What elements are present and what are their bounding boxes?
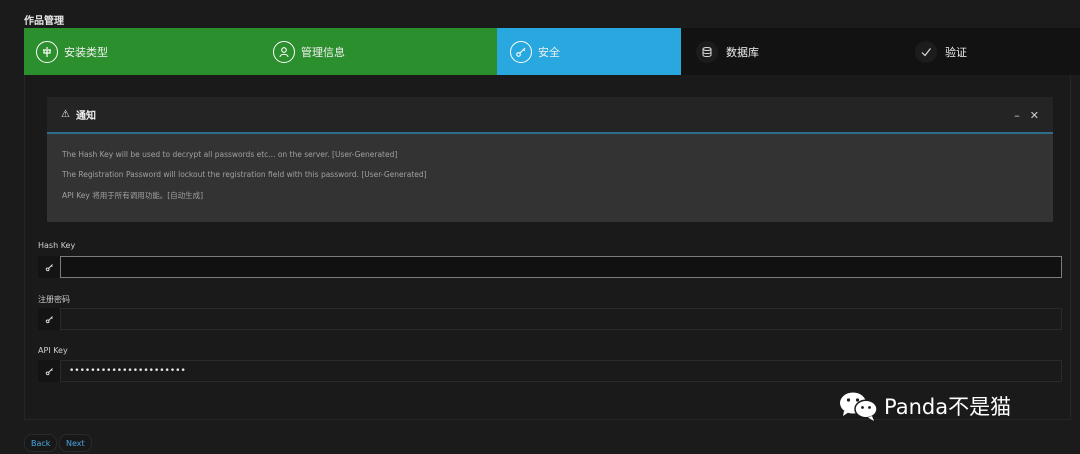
notice-line: The Registration Password will lockout t…	[62, 170, 427, 179]
step-label: 管理信息	[301, 45, 345, 59]
step-verify[interactable]: 验证	[890, 28, 1080, 75]
step-database[interactable]: 数据库	[681, 28, 890, 75]
step-label: 数据库	[726, 45, 759, 59]
close-button[interactable]: ✕	[1030, 109, 1039, 122]
notice-controls: – ✕	[1014, 109, 1039, 122]
notice-line: The Hash Key will be used to decrypt all…	[62, 150, 398, 159]
user-icon	[273, 40, 295, 63]
security-panel: ⚠ 通知 – ✕ The Hash Key will be used to de…	[24, 75, 1071, 420]
reg-password-input[interactable]	[60, 308, 1062, 330]
step-label: 安装类型	[64, 45, 108, 59]
hash-key-label: Hash Key	[38, 241, 76, 250]
notice-body: The Hash Key will be used to decrypt all…	[47, 134, 1053, 201]
hash-key-field	[38, 256, 1062, 278]
wechat-icon	[840, 392, 878, 421]
warning-icon: ⚠	[61, 109, 70, 120]
step-label: 安全	[538, 45, 560, 59]
reg-password-field	[38, 308, 1062, 330]
next-button[interactable]: Next	[59, 434, 92, 452]
notice-title: 通知	[75, 111, 96, 122]
step-label: 验证	[945, 45, 967, 59]
watermark: Panda不是猫	[838, 390, 1011, 422]
api-key-input[interactable]: ••••••••••••••••••••••	[60, 360, 1062, 382]
key-icon	[38, 256, 60, 278]
key-icon	[510, 40, 532, 63]
watermark-text: Panda不是猫	[884, 395, 1012, 419]
api-key-field: ••••••••••••••••••••••	[38, 360, 1062, 382]
back-button[interactable]: Back	[24, 434, 58, 452]
wizard-steps: 安装类型 管理信息 安全 数据库 验证	[24, 28, 1080, 75]
install-type-icon	[36, 40, 58, 63]
database-icon	[696, 40, 718, 63]
notice-line: API Key 将用于所有调用功能。[自动生成]	[62, 191, 204, 200]
key-icon	[38, 360, 60, 382]
api-key-label: API Key	[38, 346, 68, 355]
step-security[interactable]: 安全	[497, 28, 681, 75]
page-title: 作品管理	[24, 16, 64, 27]
hash-key-input[interactable]	[60, 256, 1062, 278]
notice-box: ⚠ 通知 – ✕ The Hash Key will be used to de…	[47, 97, 1053, 222]
step-install-type[interactable]: 安装类型	[24, 28, 260, 75]
reg-password-label: 注册密码	[38, 295, 70, 304]
minimize-button[interactable]: –	[1014, 109, 1020, 122]
page: 作品管理 安装类型 管理信息 安全 数据库 验证 ⚠ 通知 – ✕ The Ha…	[0, 0, 1080, 454]
step-admin-info[interactable]: 管理信息	[260, 28, 497, 75]
check-icon	[915, 40, 937, 63]
notice-header: ⚠ 通知	[47, 97, 1053, 134]
key-icon	[38, 308, 60, 330]
